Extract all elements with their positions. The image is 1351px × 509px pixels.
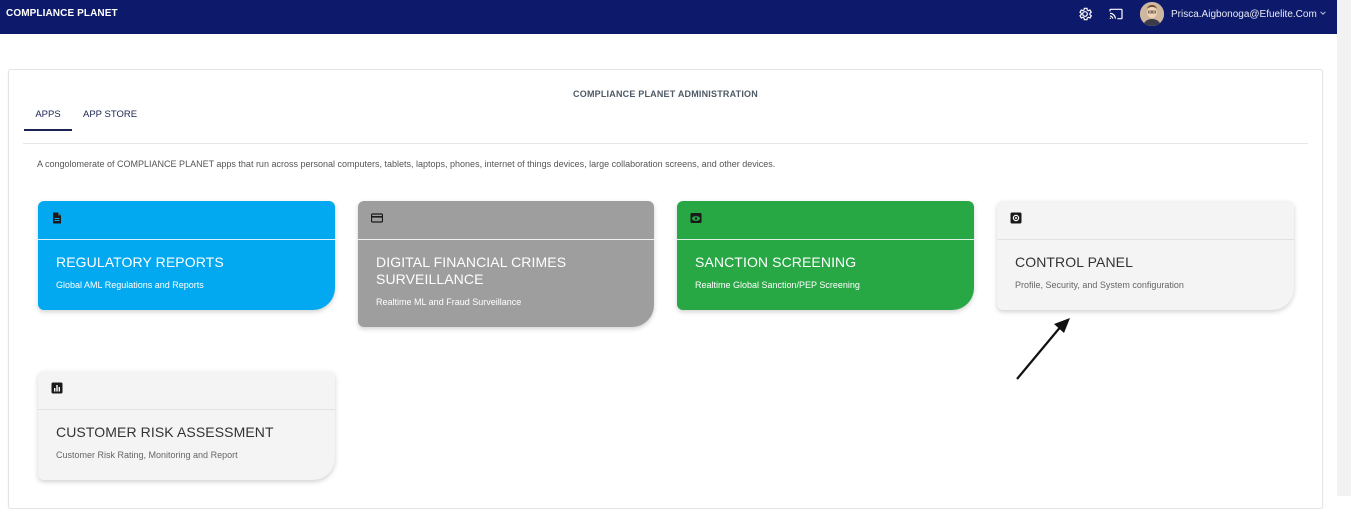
app-card-sanction-screening[interactable]: SANCTION SCREENING Realtime Global Sanct… [677, 201, 974, 310]
card-subtitle: Profile, Security, and System configurat… [1015, 280, 1184, 290]
card-divider [358, 239, 654, 240]
cast-icon[interactable] [1108, 6, 1124, 22]
tab-app-store[interactable]: APP STORE [83, 109, 137, 131]
card-title: DIGITAL FINANCIAL CRIMES SURVEILLANCE [376, 254, 567, 287]
app-card-digital-financial-crimes-surveillance[interactable]: DIGITAL FINANCIAL CRIMES SURVEILLANCE Re… [358, 201, 654, 327]
annotation-arrow-icon [1016, 318, 1070, 380]
tabs-divider [23, 143, 1308, 144]
page-title: COMPLIANCE PLANET ADMINISTRATION [573, 89, 758, 99]
apps-description: A congolomerate of COMPLIANCE PLANET app… [37, 159, 776, 169]
card-subtitle: Realtime ML and Fraud Surveillance [376, 297, 522, 307]
card-subtitle: Global AML Regulations and Reports [56, 280, 204, 290]
top-app-bar: COMPLIANCE PLANET Prisca.Aigbonoga@Efuel… [0, 0, 1337, 34]
card-divider [38, 239, 335, 240]
vertical-scrollbar[interactable] [1337, 0, 1351, 496]
eye-icon [690, 213, 702, 223]
card-title: SANCTION SCREENING [695, 254, 857, 270]
brand-title[interactable]: COMPLIANCE PLANET [6, 8, 118, 19]
document-icon [53, 212, 61, 224]
card-divider [677, 239, 974, 240]
app-card-control-panel[interactable]: CONTROL PANEL Profile, Security, and Sys… [997, 201, 1294, 310]
card-divider [997, 239, 1294, 240]
card-title: CUSTOMER RISK ASSESSMENT [56, 424, 274, 440]
card-subtitle: Customer Risk Rating, Monitoring and Rep… [56, 450, 238, 460]
card-title: CONTROL PANEL [1015, 254, 1133, 270]
card-subtitle: Realtime Global Sanction/PEP Screening [695, 280, 860, 290]
card-icon [371, 213, 383, 223]
user-email[interactable]: Prisca.Aigbonoga@Efuelite.Com [1171, 9, 1317, 20]
tab-apps[interactable]: APPS [24, 109, 72, 131]
avatar[interactable] [1140, 2, 1164, 26]
card-title: REGULATORY REPORTS [56, 254, 224, 270]
bar-chart-icon [51, 382, 63, 394]
card-divider [38, 409, 335, 410]
chevron-down-icon[interactable] [1319, 9, 1327, 17]
app-card-customer-risk-assessment[interactable]: CUSTOMER RISK ASSESSMENT Customer Risk R… [38, 371, 335, 480]
gear-icon[interactable] [1077, 6, 1093, 22]
settings-icon [1010, 212, 1022, 224]
app-card-regulatory-reports[interactable]: REGULATORY REPORTS Global AML Regulation… [38, 201, 335, 310]
